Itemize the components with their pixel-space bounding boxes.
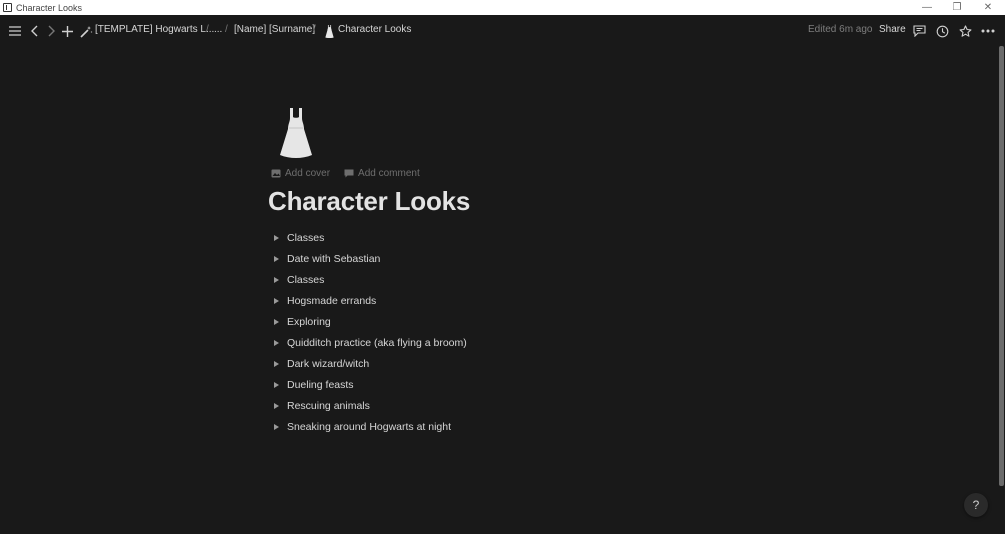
window-titlebar: Character Looks — ❐ ✕ — [0, 0, 1005, 15]
close-window-button[interactable]: ✕ — [973, 0, 1003, 15]
toggle-triangle-icon[interactable] — [274, 297, 279, 304]
window-title: Character Looks — [16, 2, 83, 13]
add-comment-button[interactable]: Add comment — [344, 168, 420, 179]
breadcrumb-separator: / — [313, 24, 316, 35]
toggle-label[interactable]: Sneaking around Hogwarts at night — [287, 421, 451, 433]
scrollbar-thumb[interactable] — [999, 46, 1004, 486]
toggle-block[interactable]: Rescuing animals — [271, 395, 467, 416]
toggle-list: Classes Date with Sebastian Classes Hogs… — [271, 227, 467, 437]
toggle-block[interactable]: Quidditch practice (aka flying a broom) — [271, 332, 467, 353]
toggle-triangle-icon[interactable] — [274, 381, 279, 388]
comments-icon[interactable] — [910, 22, 928, 40]
toggle-label[interactable]: Dark wizard/witch — [287, 358, 369, 370]
toggle-block[interactable]: Classes — [271, 269, 467, 290]
toggle-triangle-icon[interactable] — [274, 318, 279, 325]
toggle-label[interactable]: Quidditch practice (aka flying a broom) — [287, 337, 467, 349]
toggle-block[interactable]: Date with Sebastian — [271, 248, 467, 269]
toggle-triangle-icon[interactable] — [274, 339, 279, 346]
toggle-label[interactable]: Classes — [287, 274, 324, 286]
breadcrumb-separator: / — [206, 24, 209, 35]
page-actions: Add cover Add comment — [271, 168, 420, 179]
toggle-block[interactable]: Classes — [271, 227, 467, 248]
toggle-triangle-icon[interactable] — [274, 255, 279, 262]
page-topbar: [TEMPLATE] Hogwarts L... / ... / [Name] … — [0, 15, 1005, 46]
toggle-block[interactable]: Dark wizard/witch — [271, 353, 467, 374]
help-button[interactable]: ? — [964, 493, 988, 517]
add-cover-label: Add cover — [285, 168, 331, 179]
breadcrumb-separator: / — [225, 24, 228, 35]
toggle-label[interactable]: Hogsmade errands — [287, 295, 376, 307]
toggle-triangle-icon[interactable] — [274, 402, 279, 409]
toggle-block[interactable]: Sneaking around Hogwarts at night — [271, 416, 467, 437]
maximize-button[interactable]: ❐ — [942, 0, 972, 15]
toggle-triangle-icon[interactable] — [274, 276, 279, 283]
toggle-label[interactable]: Rescuing animals — [287, 400, 370, 412]
breadcrumb-ellipsis[interactable]: ... — [214, 24, 222, 35]
toggle-triangle-icon[interactable] — [274, 423, 279, 430]
toggle-block[interactable]: Dueling feasts — [271, 374, 467, 395]
comment-icon — [344, 169, 354, 178]
toggle-block[interactable]: Hogsmade errands — [271, 290, 467, 311]
edited-timestamp: Edited 6m ago — [808, 24, 873, 35]
breadcrumb-current-page[interactable]: Character Looks — [338, 24, 411, 35]
dress-icon — [320, 22, 338, 40]
minimize-button[interactable]: — — [912, 0, 942, 15]
add-cover-button[interactable]: Add cover — [271, 168, 330, 179]
page-title[interactable]: Character Looks — [268, 186, 470, 217]
breadcrumb-name[interactable]: [Name] [Surname] — [234, 24, 315, 35]
toggle-block[interactable]: Exploring — [271, 311, 467, 332]
plus-icon[interactable] — [58, 22, 76, 40]
history-icon[interactable] — [933, 22, 951, 40]
wand-sparkles-icon — [77, 22, 95, 40]
more-icon[interactable] — [979, 22, 997, 40]
toggle-label[interactable]: Exploring — [287, 316, 331, 328]
dress-icon[interactable] — [280, 108, 312, 158]
toggle-label[interactable]: Dueling feasts — [287, 379, 354, 391]
notion-app-icon — [3, 3, 12, 12]
toggle-label[interactable]: Classes — [287, 232, 324, 244]
image-icon — [271, 169, 281, 178]
add-comment-label: Add comment — [358, 168, 420, 179]
toggle-label[interactable]: Date with Sebastian — [287, 253, 380, 265]
star-icon[interactable] — [956, 22, 974, 40]
toggle-triangle-icon[interactable] — [274, 360, 279, 367]
share-button[interactable]: Share — [879, 24, 906, 35]
breadcrumb-workspace[interactable]: [TEMPLATE] Hogwarts L... — [95, 24, 214, 35]
menu-icon[interactable] — [6, 22, 24, 40]
toggle-triangle-icon[interactable] — [274, 234, 279, 241]
